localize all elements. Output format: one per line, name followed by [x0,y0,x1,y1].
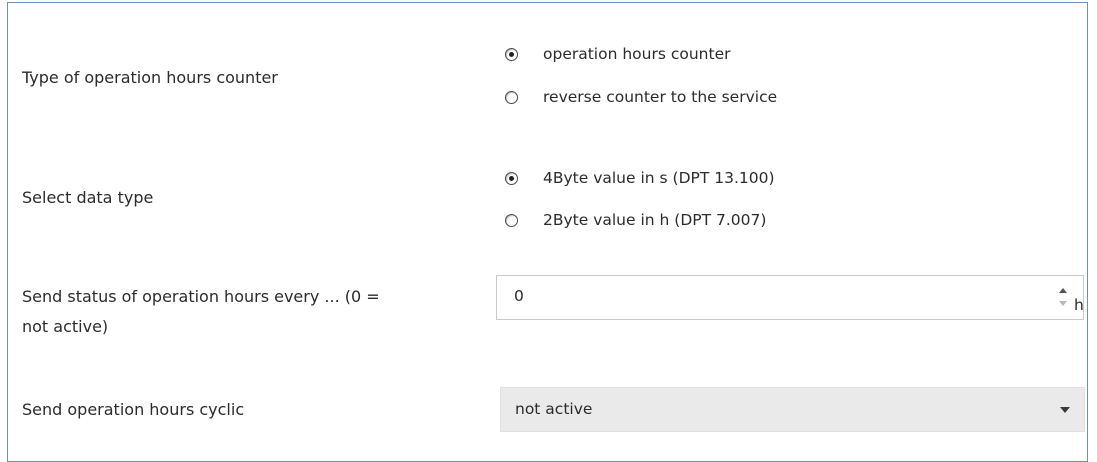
stepper-value[interactable]: 0 [514,287,524,305]
send-status-label-line1: Send status of operation hours every ...… [22,287,380,306]
radio-button[interactable] [505,213,518,227]
radio-option-4byte-value[interactable]: 4Byte value in s (DPT 13.100) [505,164,775,192]
unit-label: h [1074,296,1084,314]
radio-button-checked[interactable] [505,171,518,185]
radio-label: 2Byte value in h (DPT 7.007) [543,211,767,229]
radio-button[interactable] [505,90,518,104]
send-cyclic-dropdown[interactable]: not active [500,387,1085,432]
spin-up-icon[interactable] [1059,288,1067,293]
radio-label: reverse counter to the service [543,88,778,106]
dropdown-selected-value: not active [515,400,593,418]
radio-label: operation hours counter [543,45,731,63]
chevron-down-icon[interactable] [1060,407,1070,413]
radio-option-operation-hours-counter[interactable]: operation hours counter [505,40,731,68]
stepper-arrows[interactable] [1059,286,1069,310]
send-status-label-line2: not active) [22,317,109,336]
spin-down-icon[interactable] [1059,301,1067,306]
radio-option-2byte-value[interactable]: 2Byte value in h (DPT 7.007) [505,206,766,234]
counter-type-label: Type of operation hours counter [22,68,278,87]
send-status-interval-stepper[interactable]: 0 [496,275,1084,320]
data-type-label: Select data type [22,188,154,207]
radio-label: 4Byte value in s (DPT 13.100) [543,169,775,187]
radio-button-checked[interactable] [505,47,518,61]
radio-option-reverse-counter[interactable]: reverse counter to the service [505,83,777,111]
send-cyclic-label: Send operation hours cyclic [22,400,245,419]
